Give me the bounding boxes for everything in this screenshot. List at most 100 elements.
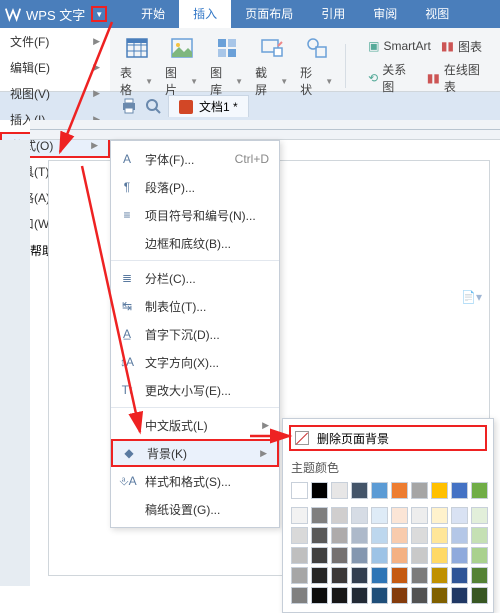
color-swatch[interactable]: [311, 507, 328, 524]
color-swatch[interactable]: [471, 587, 488, 604]
submenu-item-8[interactable]: ↕A文字方向(X)...: [111, 348, 279, 376]
color-swatch[interactable]: [351, 567, 368, 584]
color-swatch[interactable]: [431, 507, 448, 524]
relation-button[interactable]: ⟲关系图: [368, 61, 417, 95]
color-swatch[interactable]: [471, 482, 488, 499]
submenu-item-14[interactable]: 稿纸设置(G)...: [111, 495, 279, 523]
color-swatch[interactable]: [351, 547, 368, 564]
color-swatch[interactable]: [471, 527, 488, 544]
ribbon-截屏[interactable]: 截屏▼: [255, 34, 288, 98]
color-swatch[interactable]: [371, 482, 388, 499]
color-swatch[interactable]: [331, 507, 348, 524]
color-swatch[interactable]: [371, 527, 388, 544]
chart-button[interactable]: ▮▮图表: [441, 38, 482, 55]
horizontal-ruler[interactable]: [30, 120, 500, 140]
ribbon-tab-2[interactable]: 页面布局: [231, 0, 307, 28]
color-swatch[interactable]: [411, 567, 428, 584]
print-icon[interactable]: [120, 97, 138, 115]
color-swatch[interactable]: [451, 482, 468, 499]
color-swatch[interactable]: [451, 587, 468, 604]
color-swatch[interactable]: [431, 527, 448, 544]
color-swatch[interactable]: [471, 547, 488, 564]
color-swatch[interactable]: [331, 547, 348, 564]
color-swatch[interactable]: [391, 482, 408, 499]
quick-access-dropdown[interactable]: ▼: [91, 6, 107, 22]
color-swatch[interactable]: [411, 482, 428, 499]
color-swatch[interactable]: [411, 547, 428, 564]
color-swatch[interactable]: [371, 507, 388, 524]
color-swatch[interactable]: [431, 547, 448, 564]
color-swatch[interactable]: [291, 547, 308, 564]
color-swatch[interactable]: [351, 527, 368, 544]
color-swatch[interactable]: [311, 567, 328, 584]
menu-item-2[interactable]: 视图(V)▶: [0, 80, 110, 106]
color-swatch[interactable]: [391, 567, 408, 584]
color-swatch[interactable]: [311, 527, 328, 544]
smartart-button[interactable]: ▣SmartArt: [368, 38, 431, 55]
color-swatch[interactable]: [351, 482, 368, 499]
menu-item-1[interactable]: 编辑(E)▶: [0, 54, 110, 80]
submenu-item-9[interactable]: Tt更改大小写(E)...: [111, 376, 279, 404]
color-swatch[interactable]: [291, 587, 308, 604]
color-swatch[interactable]: [331, 482, 348, 499]
ribbon-表格[interactable]: 表格▼: [120, 34, 153, 98]
submenu-item-11[interactable]: 中文版式(L)▶: [111, 411, 279, 439]
ribbon-tab-5[interactable]: 视图: [411, 0, 463, 28]
color-swatch[interactable]: [291, 567, 308, 584]
color-swatch[interactable]: [471, 507, 488, 524]
ribbon-tab-3[interactable]: 引用: [307, 0, 359, 28]
ribbon-图片[interactable]: 图片▼: [165, 34, 198, 98]
color-swatch[interactable]: [431, 587, 448, 604]
ribbon-图库[interactable]: 图库▼: [210, 34, 243, 98]
submenu-item-5[interactable]: ≣分栏(C)...: [111, 264, 279, 292]
color-swatch[interactable]: [431, 567, 448, 584]
submenu-item-3[interactable]: 边框和底纹(B)...: [111, 229, 279, 257]
color-swatch[interactable]: [371, 567, 388, 584]
color-swatch[interactable]: [311, 587, 328, 604]
color-swatch[interactable]: [411, 507, 428, 524]
color-swatch[interactable]: [391, 547, 408, 564]
remove-page-background[interactable]: 删除页面背景: [289, 425, 487, 451]
ribbon-tab-4[interactable]: 审阅: [359, 0, 411, 28]
color-swatch[interactable]: [311, 547, 328, 564]
color-swatch[interactable]: [411, 527, 428, 544]
color-swatch[interactable]: [431, 482, 448, 499]
submenu-item-7[interactable]: A̲首字下沉(D)...: [111, 320, 279, 348]
ribbon-形状[interactable]: 形状▼: [300, 34, 333, 98]
color-swatch[interactable]: [331, 527, 348, 544]
color-swatch[interactable]: [331, 567, 348, 584]
vertical-ruler[interactable]: [0, 140, 30, 586]
submenu-item-2[interactable]: ≡项目符号和编号(N)...: [111, 201, 279, 229]
color-swatch[interactable]: [371, 587, 388, 604]
color-swatch[interactable]: [351, 587, 368, 604]
color-swatch[interactable]: [331, 587, 348, 604]
submenu-item-1[interactable]: ¶段落(P)...: [111, 173, 279, 201]
color-swatch[interactable]: [291, 482, 308, 499]
color-swatch[interactable]: [451, 507, 468, 524]
color-swatch[interactable]: [371, 547, 388, 564]
color-swatch[interactable]: [351, 507, 368, 524]
document-tab[interactable]: 文档1 *: [168, 95, 249, 117]
color-swatch[interactable]: [451, 527, 468, 544]
submenu-item-6[interactable]: ↹制表位(T)...: [111, 292, 279, 320]
color-swatch[interactable]: [451, 547, 468, 564]
submenu-item-13[interactable]: ⎀A样式和格式(S)...: [111, 467, 279, 495]
chevron-down-icon: ▼: [145, 77, 153, 86]
color-swatch[interactable]: [471, 567, 488, 584]
ribbon-tab-0[interactable]: 开始: [127, 0, 179, 28]
color-swatch[interactable]: [391, 527, 408, 544]
color-swatch[interactable]: [391, 587, 408, 604]
color-swatch[interactable]: [311, 482, 328, 499]
ribbon-tab-1[interactable]: 插入: [179, 0, 231, 28]
color-swatch[interactable]: [291, 507, 308, 524]
online-chart-button[interactable]: ▮▮在线图表: [427, 61, 490, 95]
submenu-item-0[interactable]: A字体(F)...Ctrl+D: [111, 145, 279, 173]
color-swatch[interactable]: [451, 567, 468, 584]
submenu-item-12[interactable]: ◆背景(K)▶: [111, 439, 279, 467]
menu-item-0[interactable]: 文件(F)▶: [0, 28, 110, 54]
paste-options-icon[interactable]: 📄▾: [461, 290, 482, 304]
color-swatch[interactable]: [291, 527, 308, 544]
color-swatch[interactable]: [391, 507, 408, 524]
color-swatch[interactable]: [411, 587, 428, 604]
preview-icon[interactable]: [144, 97, 162, 115]
